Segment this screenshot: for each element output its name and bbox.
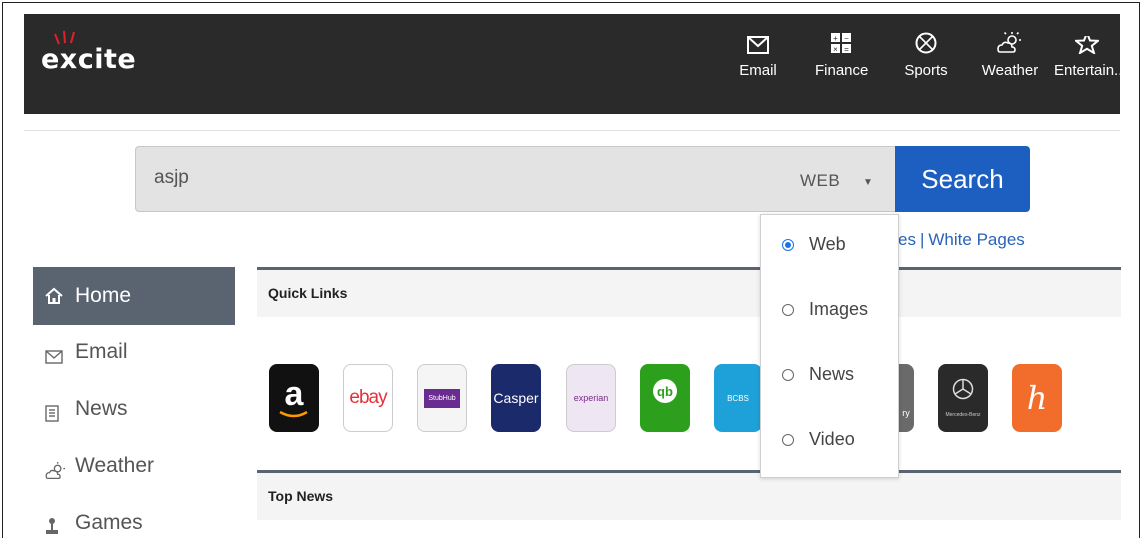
experian-logo-text: experian — [573, 393, 609, 403]
quick-link-quickbooks[interactable]: qb — [640, 364, 690, 432]
quick-link-amazon[interactable]: a — [269, 364, 319, 432]
radio-icon[interactable] — [782, 369, 794, 381]
sidebar-item-label: Email — [75, 340, 128, 363]
amazon-smile-icon — [279, 411, 308, 418]
radio-icon[interactable] — [782, 304, 794, 316]
nav-finance[interactable]: + − × = Finance — [815, 33, 869, 79]
ebay-logo-text: ebay — [349, 387, 387, 408]
amazon-logo-text: a — [284, 374, 304, 413]
nav-email[interactable]: Email — [738, 36, 778, 79]
quick-link-blue-cross[interactable]: BCBS — [714, 364, 762, 432]
quick-link-stubhub[interactable]: StubHub — [417, 364, 467, 432]
sidebar-item-home[interactable]: Home — [33, 267, 235, 325]
nav-sports-label: Sports — [904, 62, 948, 79]
logo-rays-icon — [54, 30, 75, 45]
radio-selected-icon[interactable] — [782, 239, 794, 251]
sidebar-item-news[interactable]: News — [33, 393, 233, 433]
quick-link-partial[interactable]: ry — [898, 364, 914, 432]
quickbooks-logo-text: qb — [653, 379, 677, 403]
basketball-icon — [915, 32, 937, 54]
link-separator: | — [919, 230, 925, 249]
excite-logo[interactable]: excite — [41, 30, 137, 75]
calculator-icon: + − × = — [831, 33, 851, 54]
search-scope-select[interactable]: WEB — [800, 171, 840, 191]
nav-weather-label: Weather — [981, 62, 1039, 79]
partial-logo-text: ry — [902, 408, 910, 418]
search-box: WEB ▼ — [135, 146, 895, 212]
search-button[interactable]: Search — [895, 146, 1030, 212]
quick-link-honey[interactable]: h — [1012, 364, 1062, 432]
sun-cloud-icon — [45, 462, 65, 480]
casper-logo-text: Casper — [493, 390, 539, 406]
svg-text:=: = — [844, 45, 849, 54]
newspaper-icon — [45, 405, 59, 422]
quick-links-title: Quick Links — [268, 285, 348, 301]
scope-option-label: Web — [809, 234, 846, 254]
quick-link-casper[interactable]: Casper — [491, 364, 541, 432]
nav-entertainment-label: Entertain... — [1054, 62, 1120, 79]
sidebar-item-label: Home — [75, 284, 132, 307]
sun-cloud-icon — [997, 32, 1021, 53]
sidebar-item-games[interactable]: Games — [33, 507, 233, 547]
mercedes-star-icon — [952, 378, 974, 400]
home-icon — [45, 287, 63, 304]
white-pages-link[interactable]: White Pages — [928, 230, 1024, 249]
scope-option-label: Video — [809, 429, 855, 449]
honey-logo-text: h — [1026, 379, 1048, 417]
joystick-icon — [46, 518, 58, 534]
svg-text:+: + — [833, 34, 838, 43]
search-scope-dropdown: Web Images News Video — [760, 214, 899, 478]
svg-text:×: × — [833, 45, 838, 54]
search-input[interactable] — [152, 166, 716, 190]
quick-link-ebay[interactable]: ebay — [343, 364, 393, 432]
sidebar-item-label: News — [75, 397, 128, 420]
chevron-down-icon[interactable]: ▼ — [863, 177, 873, 188]
partial-link[interactable]: es — [898, 230, 916, 249]
nav-sports[interactable]: Sports — [903, 32, 949, 79]
sidebar-item-email[interactable]: Email — [33, 336, 233, 376]
nav-finance-label: Finance — [815, 62, 869, 79]
mercedes-logo-text: Mercedes-Benz — [945, 412, 981, 418]
header-divider — [24, 130, 1120, 131]
directory-links: es | White Pages — [898, 230, 1025, 250]
nav-weather[interactable]: Weather — [981, 32, 1039, 79]
top-news-title: Top News — [268, 488, 334, 504]
nav-entertainment[interactable]: Entertain... — [1054, 36, 1120, 79]
sidebar-item-weather[interactable]: Weather — [33, 450, 233, 490]
logo-text: excite — [41, 44, 137, 75]
star-icon — [1075, 36, 1099, 54]
quick-links-header: Quick Links — [257, 267, 1121, 317]
radio-icon[interactable] — [782, 434, 794, 446]
blue-cross-logo-text: BCBS — [727, 393, 749, 403]
sidebar-item-label: Weather — [75, 454, 154, 477]
top-navigation-bar: excite Email + − × = Finance Sports Weat… — [24, 14, 1120, 114]
envelope-icon — [45, 350, 63, 364]
nav-email-label: Email — [739, 62, 777, 79]
envelope-icon — [747, 36, 769, 54]
svg-text:−: − — [844, 34, 849, 43]
scope-option-label: Images — [809, 299, 869, 319]
sidebar-item-label: Games — [75, 511, 143, 534]
scope-option-label: News — [809, 364, 855, 384]
quick-link-mercedes-benz[interactable]: Mercedes-Benz — [938, 364, 988, 432]
quick-link-experian[interactable]: experian — [566, 364, 616, 432]
stubhub-logo-text: StubHub — [424, 388, 460, 408]
top-news-header: Top News — [257, 470, 1121, 520]
